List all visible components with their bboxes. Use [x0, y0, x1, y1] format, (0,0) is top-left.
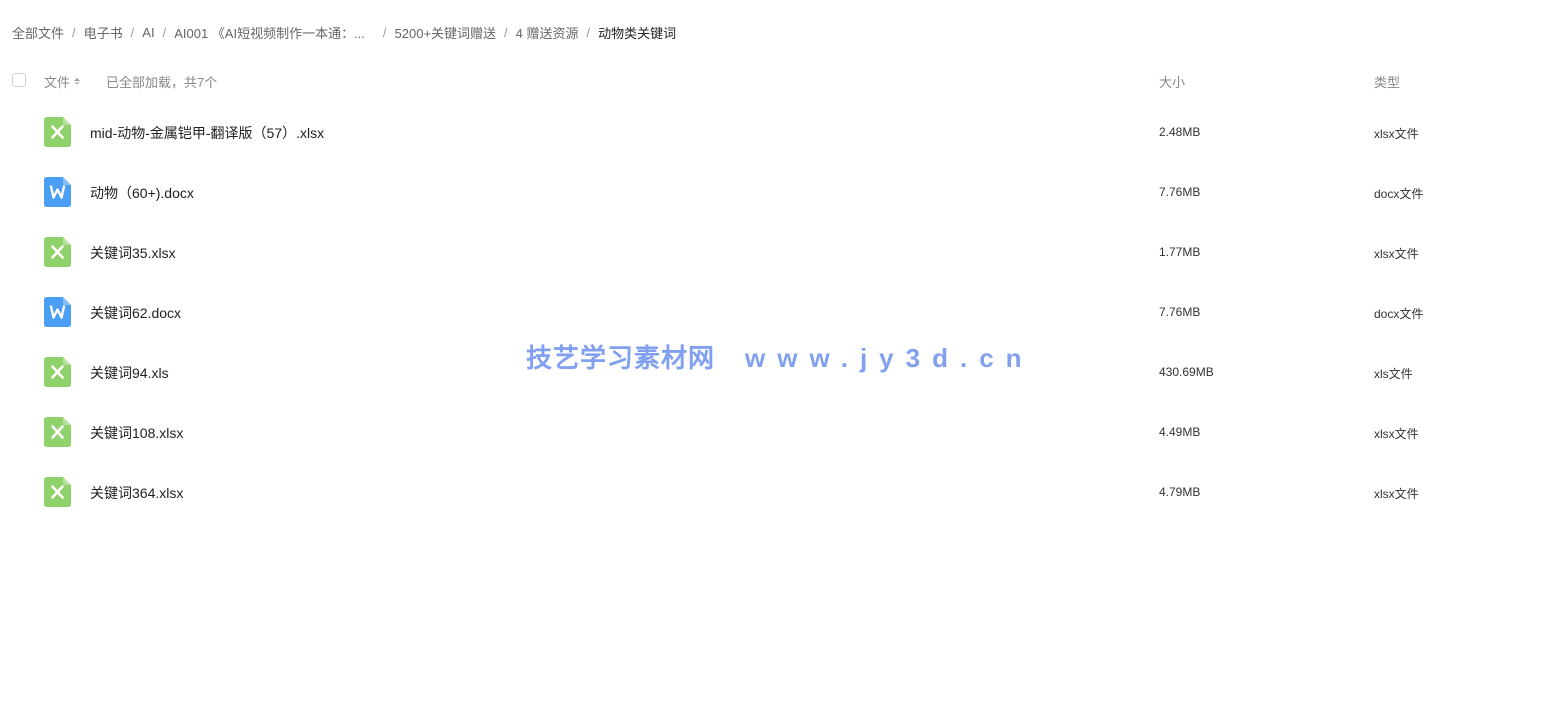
breadcrumb-item-ai[interactable]: AI [142, 25, 154, 40]
watermark: 技艺学习素材网 www.jy3d.cn [526, 338, 1034, 375]
breadcrumb-item-gift-resources[interactable]: 4 赠送资源 [516, 23, 579, 42]
file-row[interactable]: mid-动物-金属铠甲-翻译版（57）.xlsx 2.48MB xlsx文件 [0, 106, 1567, 166]
breadcrumb-separator: / [586, 24, 591, 40]
breadcrumb-separator: / [162, 24, 167, 40]
name-column-label: 文件 [44, 75, 71, 90]
file-name-link[interactable]: mid-动物-金属铠甲-翻译版（57）.xlsx [90, 123, 324, 143]
file-size: 4.49MB [1159, 425, 1201, 439]
file-name-link[interactable]: 关键词108.xlsx [90, 423, 183, 443]
breadcrumb-item-ai001[interactable]: AI001 《AI短视频制作一本通：... [174, 23, 365, 42]
file-type: xlsx文件 [1374, 487, 1419, 501]
file-size: 2.48MB [1159, 125, 1201, 139]
watermark-url: www.jy3d.cn [745, 343, 1034, 373]
breadcrumb-separator: / [382, 24, 387, 40]
file-type: xls文件 [1374, 367, 1413, 381]
word-icon [44, 177, 71, 207]
breadcrumb-separator: / [130, 24, 135, 40]
breadcrumb-item-all-files[interactable]: 全部文件 [12, 23, 64, 42]
breadcrumb-separator: / [72, 24, 76, 40]
file-type: xlsx文件 [1374, 427, 1419, 441]
file-size: 7.76MB [1159, 305, 1201, 319]
excel-icon [44, 237, 71, 267]
file-row[interactable]: 关键词62.docx 7.76MB docx文件 [0, 286, 1567, 346]
file-size: 430.69MB [1159, 365, 1214, 379]
breadcrumb-item-keywords-gift[interactable]: 5200+关键词赠送 [395, 23, 497, 42]
excel-icon [44, 357, 71, 387]
breadcrumb-separator: / [504, 24, 508, 40]
file-name-link[interactable]: 关键词364.xlsx [90, 483, 183, 503]
loaded-count-text: 已全部加载，共7个 [106, 75, 218, 90]
file-type: docx文件 [1374, 307, 1424, 321]
file-size: 1.77MB [1159, 245, 1201, 259]
type-column-label: 类型 [1374, 75, 1401, 90]
file-size: 7.76MB [1159, 185, 1201, 199]
breadcrumb: 全部文件 / 电子书 / AI / AI001 《AI短视频制作一本通：... … [12, 22, 676, 42]
file-type: xlsx文件 [1374, 127, 1419, 141]
file-type: docx文件 [1374, 187, 1424, 201]
file-row[interactable]: 关键词364.xlsx 4.79MB xlsx文件 [0, 466, 1567, 526]
breadcrumb-item-ebooks[interactable]: 电子书 [84, 23, 123, 42]
file-browser-page: 全部文件 / 电子书 / AI / AI001 《AI短视频制作一本通：... … [0, 0, 1567, 708]
sort-by-name-button[interactable]: 文件 [44, 72, 81, 91]
file-name-link[interactable]: 关键词35.xlsx [90, 243, 176, 263]
file-type: xlsx文件 [1374, 247, 1419, 261]
file-name-link[interactable]: 动物（60+).docx [90, 183, 194, 203]
size-column-label: 大小 [1159, 75, 1186, 90]
excel-icon [44, 417, 71, 447]
excel-icon [44, 117, 71, 147]
file-size: 4.79MB [1159, 485, 1201, 499]
select-all-checkbox[interactable] [12, 73, 26, 87]
word-icon [44, 297, 71, 327]
file-row[interactable]: 关键词108.xlsx 4.49MB xlsx文件 [0, 406, 1567, 466]
file-list-header: 文件 已全部加载，共7个 大小 类型 [0, 70, 1567, 92]
file-row[interactable]: 动物（60+).docx 7.76MB docx文件 [0, 166, 1567, 226]
watermark-title: 技艺学习素材网 [526, 343, 716, 373]
breadcrumb-item-current-folder: 动物类关键词 [598, 25, 677, 41]
file-name-link[interactable]: 关键词62.docx [90, 303, 181, 323]
excel-icon [44, 477, 71, 507]
file-row[interactable]: 关键词35.xlsx 1.77MB xlsx文件 [0, 226, 1567, 286]
sort-icon [74, 78, 81, 85]
file-name-link[interactable]: 关键词94.xls [90, 363, 169, 383]
